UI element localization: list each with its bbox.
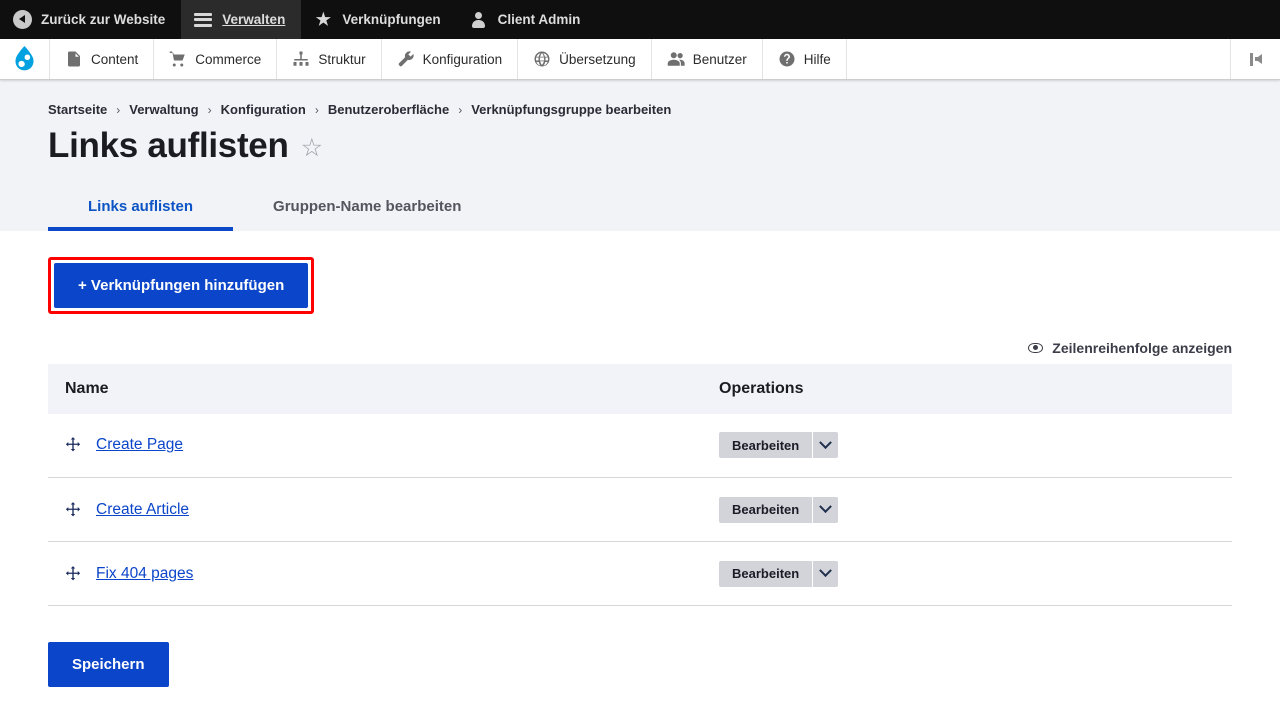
row-link-create-page[interactable]: Create Page xyxy=(96,436,183,454)
hamburger-icon xyxy=(193,10,213,30)
menu-item-help[interactable]: Hilfe xyxy=(763,39,847,79)
admin-item-label: Zurück zur Website xyxy=(41,12,166,27)
tab-label: Gruppen-Name bearbeiten xyxy=(273,197,462,215)
eye-icon xyxy=(1028,342,1044,353)
menu-item-label: Content xyxy=(91,51,139,67)
admin-item-user-account[interactable]: Client Admin xyxy=(457,0,597,39)
row-operations-cell: Bearbeiten xyxy=(703,413,1232,478)
show-row-weights-label: Zeilenreihenfolge anzeigen xyxy=(1052,339,1232,356)
row-link-create-article[interactable]: Create Article xyxy=(96,501,189,519)
menu-item-users[interactable]: Benutzer xyxy=(652,39,763,79)
globe-icon xyxy=(533,50,551,68)
action-links-region: + Verknüpfungen hinzufügen xyxy=(0,256,1280,314)
show-row-weights-toggle[interactable]: Zeilenreihenfolge anzeigen xyxy=(1028,340,1232,356)
order-toggle-row: Zeilenreihenfolge anzeigen xyxy=(0,340,1280,356)
admin-item-back-to-site[interactable]: Zurück zur Website xyxy=(0,0,181,39)
help-icon xyxy=(778,50,796,68)
add-links-button[interactable]: + Verknüpfungen hinzufügen xyxy=(54,262,309,308)
tab-label: Links auflisten xyxy=(88,197,194,215)
menu-item-label: Benutzer xyxy=(692,51,747,67)
edit-button[interactable]: Bearbeiten xyxy=(719,432,812,458)
save-button[interactable]: Speichern xyxy=(48,642,169,687)
document-icon xyxy=(65,50,83,68)
table-header-row: Name Operations xyxy=(48,363,1232,414)
move-cross-icon[interactable] xyxy=(64,565,82,583)
operations-dropbutton: Bearbeiten xyxy=(719,432,839,459)
breadcrumb-separator: › xyxy=(207,102,212,117)
structure-icon xyxy=(292,50,310,68)
menu-item-label: Commerce xyxy=(195,51,262,67)
breadcrumb-item-benutzeroberflaeche[interactable]: Benutzeroberfläche xyxy=(328,102,449,117)
breadcrumb-item-konfiguration[interactable]: Konfiguration xyxy=(221,102,306,117)
edit-button[interactable]: Bearbeiten xyxy=(719,497,812,523)
admin-item-verwalten[interactable]: Verwalten xyxy=(181,0,302,39)
table-head: Name Operations xyxy=(48,363,1232,414)
menu-item-label: Konfiguration xyxy=(422,51,503,67)
page-title: Links auflisten xyxy=(48,126,289,165)
admin-item-label: Client Admin xyxy=(497,12,581,27)
breadcrumb-separator: › xyxy=(314,102,319,117)
operations-dropbutton: Bearbeiten xyxy=(719,560,839,587)
back-circle-icon xyxy=(12,10,32,30)
links-table: Name Operations Create Page Bearbeiten C… xyxy=(48,363,1232,606)
menu-item-label: Hilfe xyxy=(803,51,831,67)
wrench-icon xyxy=(397,50,415,68)
menu-item-structure[interactable]: Struktur xyxy=(277,39,382,79)
users-icon xyxy=(667,50,685,68)
table-row: Create Article Bearbeiten xyxy=(48,477,1232,542)
menu-item-configuration[interactable]: Konfiguration xyxy=(382,39,519,79)
form-actions: Speichern xyxy=(0,606,1280,687)
add-links-highlight-box: + Verknüpfungen hinzufügen xyxy=(48,256,315,314)
menu-item-commerce[interactable]: Commerce xyxy=(154,39,278,79)
breadcrumb-item-verwaltung[interactable]: Verwaltung xyxy=(129,102,198,117)
star-icon: ★ xyxy=(315,10,331,29)
breadcrumb-item-verknuepfungsgruppe-bearbeiten[interactable]: Verknüpfungsgruppe bearbeiten xyxy=(471,102,671,117)
admin-menu-bar: Content Commerce Struktur Konfiguration … xyxy=(0,39,1280,80)
chevron-down-icon[interactable] xyxy=(812,560,838,587)
menu-item-label: Struktur xyxy=(318,51,366,67)
column-header-operations: Operations xyxy=(703,363,1232,414)
table-body: Create Page Bearbeiten Create Article Be… xyxy=(48,413,1232,606)
menu-item-label: Übersetzung xyxy=(559,51,636,67)
main-content: + Verknüpfungen hinzufügen Zeilenreihenf… xyxy=(0,230,1280,711)
admin-item-shortcuts[interactable]: ★ Verknüpfungen xyxy=(301,0,456,39)
toolbar-spacer xyxy=(847,39,1231,79)
admin-toolbar: Zurück zur Website Verwalten ★ Verknüpfu… xyxy=(0,0,1280,39)
tab-links-auflisten[interactable]: Links auflisten xyxy=(48,188,234,231)
tab-gruppen-name-bearbeiten[interactable]: Gruppen-Name bearbeiten xyxy=(233,188,501,231)
row-operations-cell: Bearbeiten xyxy=(703,541,1232,606)
row-name-cell: Create Article xyxy=(48,477,703,542)
bookmark-star-icon[interactable]: ☆ xyxy=(301,135,323,161)
chevron-down-icon[interactable] xyxy=(812,496,838,523)
row-operations-cell: Bearbeiten xyxy=(703,477,1232,542)
admin-item-label: Verwalten xyxy=(222,12,286,27)
column-header-name: Name xyxy=(48,363,703,414)
move-cross-icon[interactable] xyxy=(64,501,82,519)
menu-item-content[interactable]: Content xyxy=(50,39,155,79)
table-row: Create Page Bearbeiten xyxy=(48,413,1232,478)
title-row: Links auflisten ☆ xyxy=(48,126,1232,166)
table-row: Fix 404 pages Bearbeiten xyxy=(48,541,1232,606)
breadcrumb-separator: › xyxy=(458,102,463,117)
menu-item-translation[interactable]: Übersetzung xyxy=(518,39,652,79)
person-icon xyxy=(469,10,489,30)
breadcrumb-separator: › xyxy=(116,102,121,117)
drupal-logo[interactable] xyxy=(0,39,50,79)
tab-list: Links auflisten Gruppen-Name bearbeiten xyxy=(0,188,1280,231)
cart-icon xyxy=(169,50,187,68)
page-header-region: Startseite › Verwaltung › Konfiguration … xyxy=(0,80,1280,231)
breadcrumb: Startseite › Verwaltung › Konfiguration … xyxy=(48,102,1232,121)
collapse-toolbar-icon[interactable] xyxy=(1231,39,1280,79)
admin-item-label: Verknüpfungen xyxy=(342,12,441,27)
row-name-cell: Fix 404 pages xyxy=(48,541,703,606)
breadcrumb-item-startseite[interactable]: Startseite xyxy=(48,102,107,117)
row-link-fix-404-pages[interactable]: Fix 404 pages xyxy=(96,565,193,583)
chevron-down-icon[interactable] xyxy=(812,432,838,459)
edit-button[interactable]: Bearbeiten xyxy=(719,561,812,587)
move-cross-icon[interactable] xyxy=(64,436,82,454)
operations-dropbutton: Bearbeiten xyxy=(719,496,839,523)
row-name-cell: Create Page xyxy=(48,413,703,478)
drupal-drop-icon xyxy=(15,45,34,70)
